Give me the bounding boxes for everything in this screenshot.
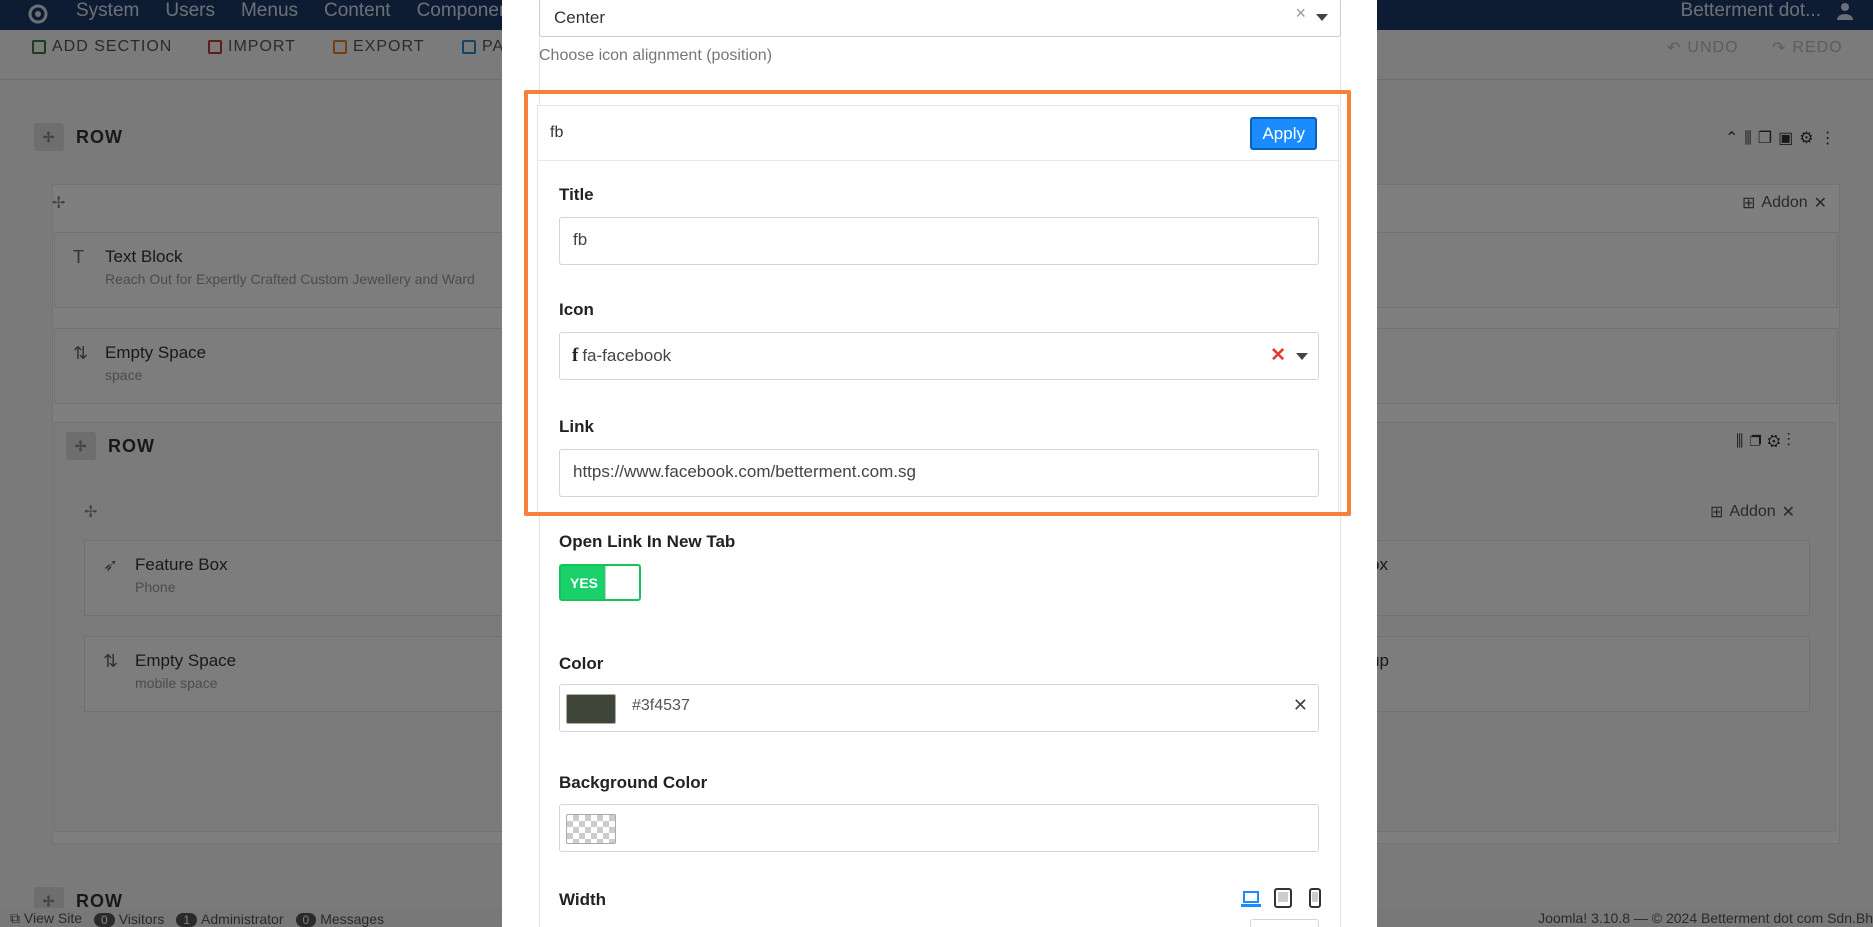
select-value: Center: [554, 8, 606, 27]
mobile-icon[interactable]: [1305, 888, 1325, 908]
social-item-panel: fb Apply Title fb Icon f fa-facebook ✕ Li…: [537, 105, 1339, 515]
apply-button[interactable]: Apply: [1250, 117, 1317, 150]
color-swatch[interactable]: [566, 694, 616, 724]
title-value: fb: [573, 230, 588, 249]
facebook-icon: f: [572, 345, 579, 366]
title-input[interactable]: fb: [559, 217, 1319, 265]
toggle-state-label: YES: [561, 566, 607, 599]
width-input[interactable]: [1250, 919, 1319, 927]
link-input[interactable]: https://www.facebook.com/betterment.com.…: [559, 449, 1319, 497]
item-header-title: fb: [550, 124, 564, 141]
alignment-help-text: Choose icon alignment (position): [539, 47, 773, 64]
chevron-down-icon[interactable]: [1296, 353, 1308, 360]
icon-label: Icon: [559, 300, 594, 319]
responsive-device-switcher: [1241, 888, 1325, 908]
color-label: Color: [559, 654, 604, 673]
clear-icon[interactable]: ✕: [1270, 344, 1286, 367]
link-value: https://www.facebook.com/betterment.com.…: [573, 462, 916, 481]
clear-color-icon[interactable]: ✕: [1293, 695, 1308, 716]
width-label: Width: [559, 890, 607, 909]
icon-select-value: f fa-facebook: [572, 345, 672, 366]
open-new-tab-label: Open Link In New Tab: [559, 532, 736, 551]
color-picker-field[interactable]: #3f4537 ✕: [559, 684, 1319, 732]
toggle-knob[interactable]: [605, 566, 639, 599]
desktop-icon[interactable]: [1241, 888, 1261, 908]
link-label: Link: [559, 417, 594, 436]
item-header[interactable]: fb Apply: [538, 106, 1338, 161]
title-label: Title: [559, 185, 594, 204]
icon-select[interactable]: f fa-facebook ✕: [559, 332, 1319, 380]
color-value: #3f4537: [632, 697, 690, 714]
chevron-down-icon[interactable]: [1316, 14, 1328, 21]
clear-icon[interactable]: ×: [1295, 3, 1306, 24]
background-color-picker-field[interactable]: [559, 804, 1319, 852]
open-new-tab-toggle[interactable]: YES: [559, 564, 641, 601]
tablet-icon[interactable]: [1273, 888, 1293, 908]
icon-alignment-select[interactable]: Center ×: [539, 0, 1341, 37]
transparent-swatch[interactable]: [566, 814, 616, 844]
background-color-label: Background Color: [559, 773, 708, 792]
